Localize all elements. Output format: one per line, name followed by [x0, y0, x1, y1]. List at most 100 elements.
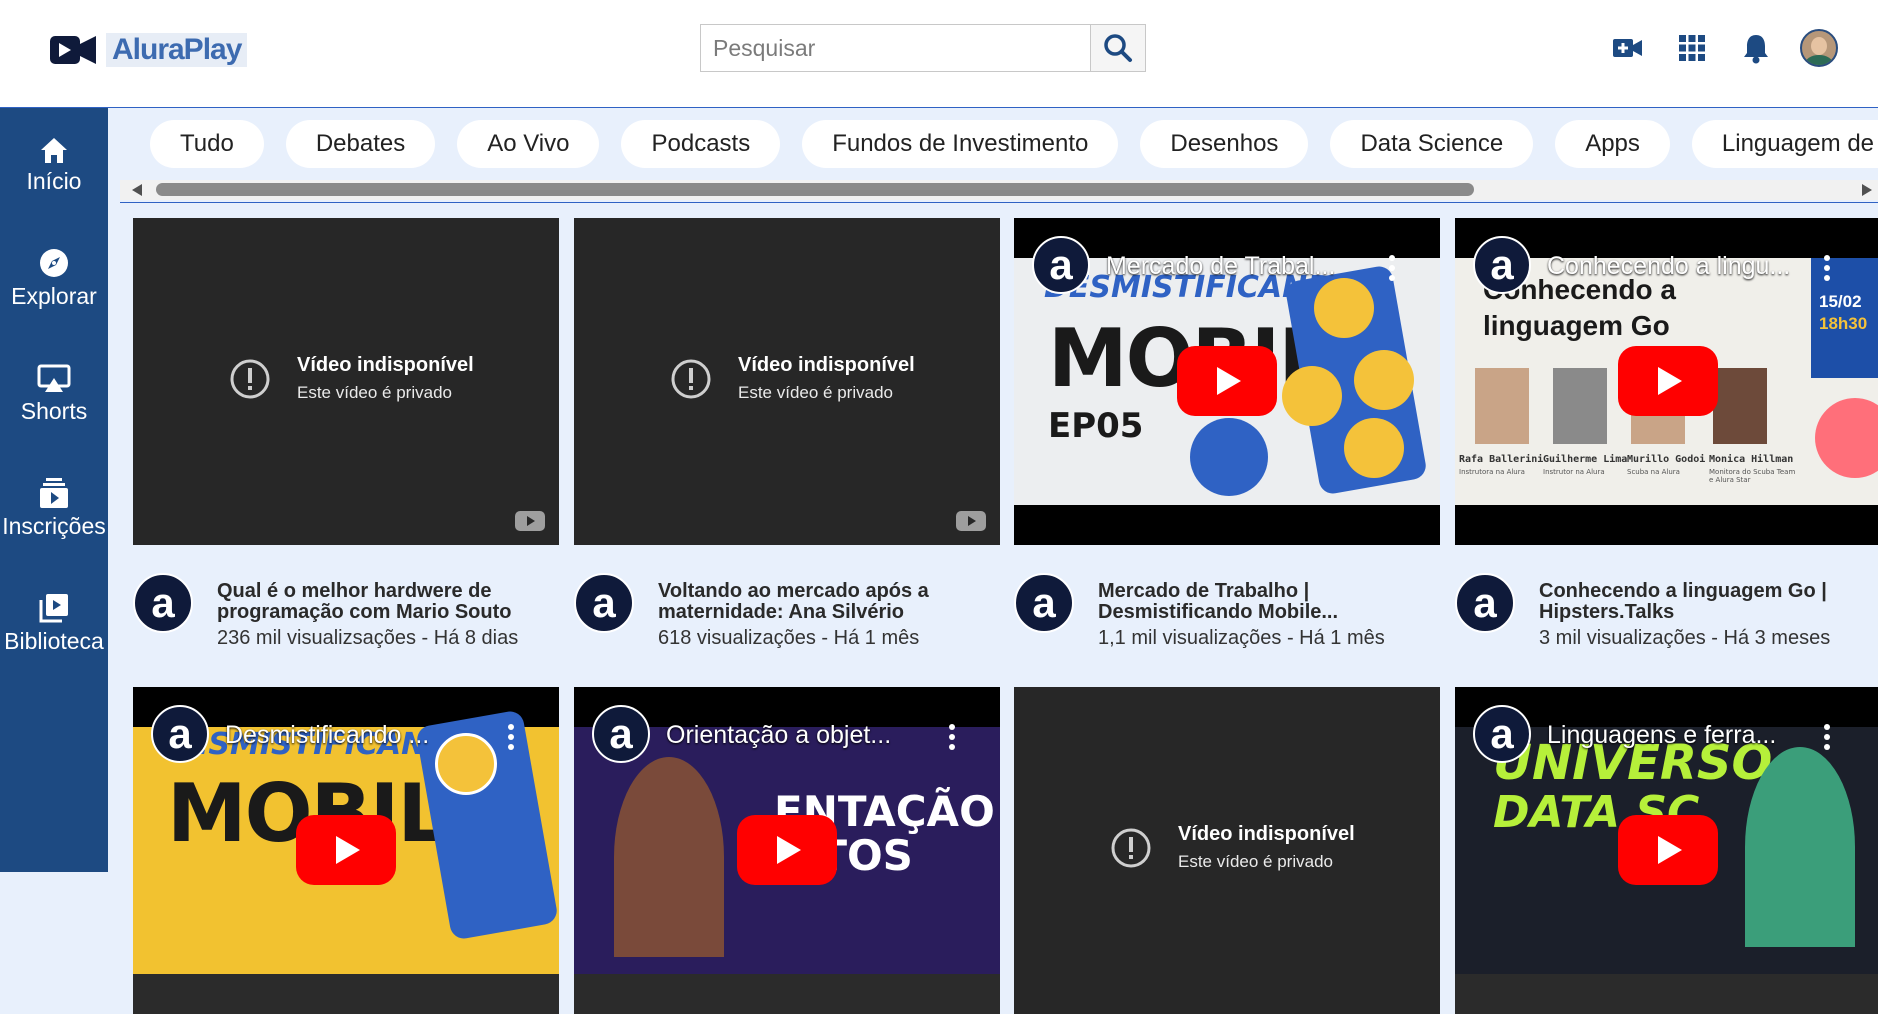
play-button[interactable] [1618, 815, 1718, 885]
video-card[interactable]: Vídeo indisponível Este vídeo é privado [1014, 687, 1440, 1014]
sidebar-item-label: Shorts [20, 398, 88, 424]
apps-grid-icon[interactable] [1672, 28, 1712, 68]
subscriptions-icon [40, 478, 68, 508]
more-options-icon[interactable] [507, 723, 515, 751]
logo-text: AluraPlay [106, 33, 248, 67]
unavailable-title: Vídeo indisponível [297, 354, 474, 376]
channel-logo-icon[interactable]: a [151, 705, 209, 763]
unavailable-subtitle: Este vídeo é privado [1178, 852, 1333, 871]
channel-logo-icon[interactable]: a [1473, 705, 1531, 763]
channel-logo-icon[interactable]: a [574, 573, 634, 633]
shorts-icon [37, 364, 71, 392]
video-title[interactable]: Conhecendo a linguagem Go | Hipsters.Tal… [1539, 581, 1878, 623]
video-stats: 618 visualizações - Há 1 mês [658, 627, 920, 649]
sidebar: Início Explorar Shorts Inscrições Biblio… [0, 108, 108, 872]
chip-data-science[interactable]: Data Science [1330, 120, 1534, 168]
chip-ao-vivo[interactable]: Ao Vivo [457, 120, 600, 168]
channel-logo-icon[interactable]: a [1455, 573, 1515, 633]
embed-title[interactable]: Desmistificando ... [225, 721, 429, 750]
video-player[interactable]: DESMISTIFICANDO MOBILE a Desmistificando… [133, 687, 559, 1014]
play-button[interactable] [1618, 346, 1718, 416]
embed-title[interactable]: Conhecendo a lingu... [1547, 252, 1790, 281]
more-options-icon[interactable] [1388, 254, 1396, 282]
more-options-icon[interactable] [1823, 723, 1831, 751]
sidebar-item-label: Início [26, 168, 82, 194]
chip-linguagem-de[interactable]: Linguagem de [1691, 120, 1878, 168]
video-stats: 1,1 mil visualizações - Há 1 mês [1098, 627, 1385, 649]
chip-debates[interactable]: Debates [285, 120, 436, 168]
logo[interactable]: AluraPlay [48, 32, 248, 68]
sidebar-item-shorts[interactable]: Shorts [0, 358, 108, 425]
chip-podcasts[interactable]: Podcasts [621, 120, 781, 168]
video-player[interactable]: Vídeo indisponível Este vídeo é privado [133, 218, 559, 545]
library-icon [39, 594, 68, 623]
video-player[interactable]: Vídeo indisponível Este vídeo é privado [1014, 687, 1440, 1014]
bell-icon[interactable] [1736, 28, 1776, 68]
video-player[interactable]: ENTAÇÃO JETOS a Orientação a objet... [574, 687, 1000, 1014]
chip-apps[interactable]: Apps [1555, 120, 1670, 168]
horizontal-scrollbar[interactable] [120, 180, 1878, 200]
video-card[interactable]: ENTAÇÃO JETOS a Orientação a objet... [574, 687, 1000, 1014]
search-input[interactable] [700, 24, 1090, 72]
compass-icon [40, 249, 68, 277]
video-player[interactable]: Conhecendo a linguagem Go 15/02 18h30 Ra… [1455, 218, 1878, 545]
youtube-icon[interactable] [956, 511, 986, 531]
chip-fundos-de-investimento[interactable]: Fundos de Investimento [802, 120, 1119, 168]
video-card[interactable]: DESMISTIFICANDO MOBILE EP05 a Mercado de… [1014, 218, 1440, 655]
sidebar-item-explorar[interactable]: Explorar [0, 243, 108, 310]
header-actions [1608, 28, 1838, 68]
video-card[interactable]: Conhecendo a linguagem Go 15/02 18h30 Ra… [1455, 218, 1878, 655]
alert-icon [671, 359, 711, 398]
play-button[interactable] [296, 815, 396, 885]
sidebar-item-inicio[interactable]: Início [0, 128, 108, 195]
video-stats: 3 mil visualizações - Há 3 meses [1539, 627, 1831, 649]
sidebar-item-label: Inscrições [2, 513, 106, 539]
embed-title[interactable]: Mercado de Trabal... [1106, 252, 1335, 281]
video-stats: 236 mil visualizsações - Há 8 dias [217, 627, 519, 649]
add-video-icon[interactable] [1608, 28, 1648, 68]
avatar[interactable] [1800, 29, 1838, 67]
more-options-icon[interactable] [1823, 254, 1831, 282]
play-button[interactable] [737, 815, 837, 885]
chip-desenhos[interactable]: Desenhos [1140, 120, 1309, 168]
embed-title[interactable]: Linguagens e ferra... [1547, 721, 1776, 750]
channel-logo-icon[interactable]: a [1032, 236, 1090, 294]
divider [120, 202, 1878, 203]
sidebar-item-inscricoes[interactable]: Inscrições [0, 473, 108, 540]
category-chips-bar: Tudo Debates Ao Vivo Podcasts Fundos de … [120, 110, 1878, 202]
video-player[interactable]: Vídeo indisponível Este vídeo é privado [574, 218, 1000, 545]
unavailable-subtitle: Este vídeo é privado [738, 383, 893, 402]
unavailable-subtitle: Este vídeo é privado [297, 383, 452, 402]
youtube-icon[interactable] [515, 511, 545, 531]
camera-logo-icon [50, 36, 96, 64]
scroll-left-icon[interactable] [132, 184, 142, 196]
sidebar-item-biblioteca[interactable]: Biblioteca [0, 588, 108, 655]
alert-icon [230, 359, 270, 398]
scrollbar-thumb[interactable] [156, 183, 1474, 196]
home-icon [41, 138, 67, 163]
category-chips: Tudo Debates Ao Vivo Podcasts Fundos de … [150, 120, 1878, 168]
sidebar-item-label: Explorar [11, 283, 97, 309]
channel-logo-icon[interactable]: a [133, 573, 193, 633]
video-card[interactable]: UNIVERSO DATA SC a Linguagens e ferra... [1455, 687, 1878, 1014]
scroll-right-icon[interactable] [1862, 184, 1872, 196]
channel-logo-icon[interactable]: a [1014, 573, 1074, 633]
sidebar-item-label: Biblioteca [4, 628, 104, 654]
embed-title[interactable]: Orientação a objet... [666, 721, 891, 750]
channel-logo-icon[interactable]: a [592, 705, 650, 763]
video-card[interactable]: Vídeo indisponível Este vídeo é privado … [574, 218, 1000, 655]
chip-tudo[interactable]: Tudo [150, 120, 264, 168]
channel-logo-icon[interactable]: a [1473, 236, 1531, 294]
video-title[interactable]: Mercado de Trabalho | Desmistificando Mo… [1098, 581, 1440, 623]
video-title[interactable]: Voltando ao mercado após a maternidade: … [658, 581, 1000, 623]
video-title[interactable]: Qual é o melhor hardwere de programação … [217, 581, 559, 623]
alert-icon [1111, 828, 1151, 867]
play-button[interactable] [1177, 346, 1277, 416]
video-player[interactable]: DESMISTIFICANDO MOBILE EP05 a Mercado de… [1014, 218, 1440, 545]
search-icon [1104, 34, 1132, 62]
video-player[interactable]: UNIVERSO DATA SC a Linguagens e ferra... [1455, 687, 1878, 1014]
more-options-icon[interactable] [948, 723, 956, 751]
search-button[interactable] [1090, 24, 1146, 72]
video-card[interactable]: Vídeo indisponível Este vídeo é privado … [133, 218, 559, 655]
video-card[interactable]: DESMISTIFICANDO MOBILE a Desmistificando… [133, 687, 559, 1014]
